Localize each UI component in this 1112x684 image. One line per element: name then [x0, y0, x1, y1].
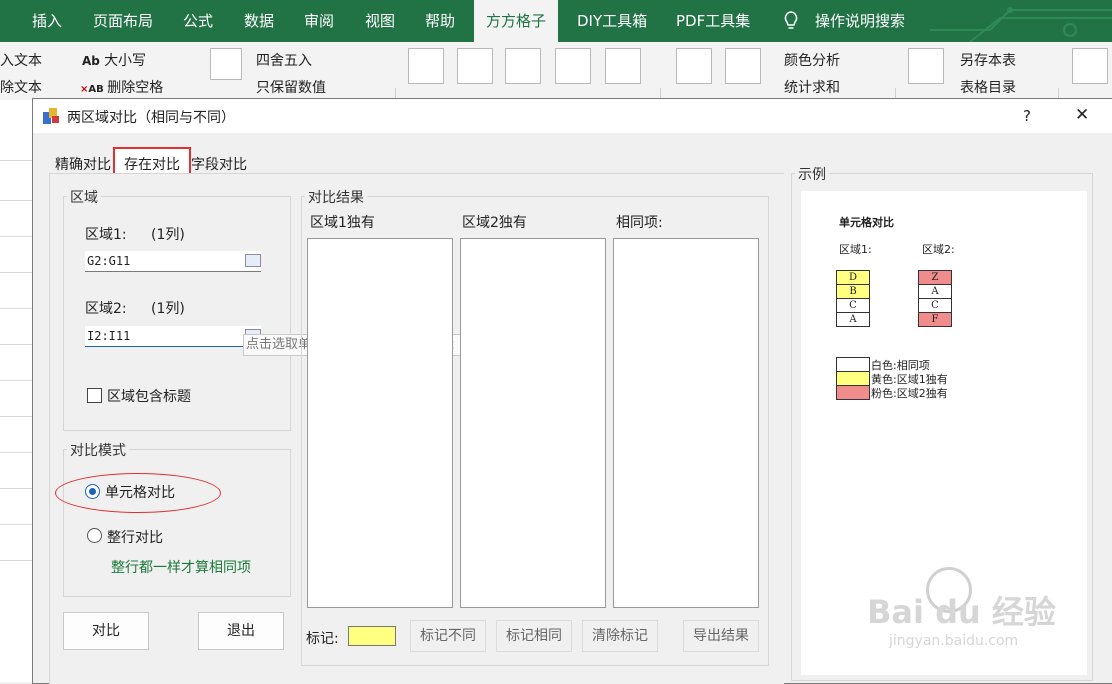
round-button[interactable]: 四舍五入 — [256, 50, 312, 70]
tab-fangfang[interactable]: 方方格子 — [474, 0, 559, 42]
insert-text-button[interactable]: 入文本 — [0, 50, 42, 70]
find-locate-icon[interactable] — [605, 48, 641, 84]
tab-diy-toolbox[interactable]: DIY工具箱 — [577, 0, 647, 42]
mark-color-swatch[interactable] — [348, 626, 396, 646]
help-button[interactable]: ? — [1023, 107, 1031, 125]
row-compare-radio[interactable] — [87, 528, 102, 543]
tab-formulas[interactable]: 公式 — [183, 0, 213, 42]
watermark-brand: Bai du 经验 — [867, 593, 1056, 631]
tab-insert[interactable]: 插入 — [32, 0, 62, 42]
region2-label: 区域2: — [85, 301, 127, 317]
summary-split-icon[interactable] — [908, 48, 944, 84]
region1-label: 区域1: — [85, 227, 127, 243]
example-cell: Z — [918, 270, 952, 285]
color-analysis-button[interactable]: 颜色分析 — [784, 50, 840, 70]
tab-page-layout[interactable]: 页面布局 — [93, 0, 153, 42]
ribbon-tab-bar: 插入 页面布局 公式 数据 审阅 视图 帮助 方方格子 DIY工具箱 PDF工具… — [0, 0, 1112, 42]
region-legend: 区域 — [67, 187, 101, 207]
unique1-list[interactable] — [307, 238, 453, 608]
sort-icon[interactable] — [725, 48, 761, 84]
watermark-url: jingyan.baidu.com — [889, 633, 1019, 649]
unique2-header: 区域2独有 — [462, 215, 527, 231]
same-list[interactable] — [613, 238, 759, 608]
legend-pink-label: 粉色:区域2独有 — [871, 387, 948, 400]
batch-delete-icon[interactable] — [505, 48, 541, 84]
example-cell: A — [918, 284, 952, 299]
dialog-titlebar: 两区域对比（相同与不同） ? ✕ — [33, 99, 1112, 133]
example-legend: 示例 — [795, 164, 829, 184]
circuit-decoration-icon — [930, 7, 1112, 42]
region2-count: (1列) — [151, 301, 185, 317]
example-r2-label: 区域2: — [922, 243, 955, 256]
table-catalog-button[interactable]: 表格目录 — [960, 77, 1016, 97]
export-button[interactable]: 导出结果 — [683, 620, 759, 652]
example-cell: B — [836, 284, 870, 299]
stat-sum-button[interactable]: 统计求和 — [784, 77, 840, 97]
tab-exist-compare-label: 存在对比 — [124, 157, 180, 173]
search-tell-me[interactable]: 操作说明搜索 — [815, 0, 905, 42]
results-legend: 对比结果 — [305, 187, 367, 207]
example-cell: C — [918, 298, 952, 313]
region1-count: (1列) — [151, 227, 185, 243]
mark-same-button[interactable]: 标记相同 — [496, 620, 572, 652]
cell-compare-label: 单元格对比 — [105, 485, 175, 501]
tab-field-compare[interactable]: 字段对比 — [191, 154, 247, 174]
legend-white-swatch — [836, 357, 870, 372]
cell-compare-radio[interactable] — [85, 484, 100, 499]
tab-view[interactable]: 视图 — [365, 0, 395, 42]
remove-spaces-button[interactable]: ×AB 删除空格 — [80, 77, 163, 97]
legend-yellow-swatch — [836, 371, 870, 386]
case-button[interactable]: Ab 大小写 — [82, 50, 146, 70]
compare-dialog: 两区域对比（相同与不同） ? ✕ 精确对比 存在对比 字段对比 区域 区域1: … — [32, 98, 1112, 684]
example-title: 单元格对比 — [839, 216, 894, 229]
example-cell: C — [836, 298, 870, 313]
keep-numbers-button[interactable]: 只保留数值 — [256, 77, 326, 97]
example-r1-label: 区域1: — [839, 243, 872, 256]
exit-button[interactable]: 退出 — [198, 612, 284, 650]
tab-pdf-tools[interactable]: PDF工具集 — [676, 0, 750, 42]
tab-review[interactable]: 审阅 — [304, 0, 334, 42]
tab-data[interactable]: 数据 — [244, 0, 274, 42]
same-header: 相同项: — [616, 215, 663, 231]
example-canvas: 单元格对比 区域1: 区域2: D B C A Z A C F 白色:相同项 黄… — [801, 191, 1087, 675]
save-sheet-button[interactable]: 另存本表 — [960, 50, 1016, 70]
copy-paste-icon[interactable] — [408, 48, 444, 84]
clear-mark-button[interactable]: 清除标记 — [582, 620, 658, 652]
unique2-list[interactable] — [460, 238, 606, 608]
app-icon — [43, 108, 59, 124]
delete-text-button[interactable]: 除文本 — [0, 77, 42, 97]
close-button[interactable]: ✕ — [1075, 105, 1089, 125]
merge-convert-icon[interactable] — [555, 48, 591, 84]
mark-diff-button[interactable]: 标记不同 — [410, 620, 486, 652]
example-cell: A — [836, 312, 870, 327]
example-cell: D — [836, 270, 870, 285]
random-icon[interactable] — [676, 48, 712, 84]
row-compare-hint: 整行都一样才算相同项 — [111, 560, 251, 576]
region1-input[interactable]: G2:G11 — [85, 251, 261, 272]
region2-input[interactable]: I2:I11 — [85, 326, 261, 347]
header-checkbox[interactable] — [87, 388, 102, 403]
compare-button[interactable]: 对比 — [63, 612, 149, 650]
header-checkbox-label: 区域包含标题 — [107, 389, 191, 405]
insert-icon[interactable] — [457, 48, 493, 84]
mark-label: 标记: — [306, 631, 339, 647]
unique1-header: 区域1独有 — [310, 215, 375, 231]
region1-pick-icon[interactable] — [245, 254, 261, 267]
lightbulb-icon — [783, 11, 799, 35]
ribbon-body: 入文本 除文本 Ab 大小写 ×AB 删除空格 四舍五入 只保留数值 颜色分析 … — [0, 42, 1112, 140]
numeric-icon[interactable] — [210, 48, 242, 80]
example-cell: F — [918, 312, 952, 327]
mode-legend: 对比模式 — [67, 440, 129, 460]
tab-help[interactable]: 帮助 — [425, 0, 455, 42]
legend-pink-swatch — [836, 385, 870, 400]
tab-exact-compare[interactable]: 精确对比 — [55, 154, 111, 174]
dialog-title: 两区域对比（相同与不同） — [67, 110, 235, 126]
view-icon[interactable] — [1072, 48, 1108, 84]
row-compare-label: 整行对比 — [107, 530, 163, 546]
